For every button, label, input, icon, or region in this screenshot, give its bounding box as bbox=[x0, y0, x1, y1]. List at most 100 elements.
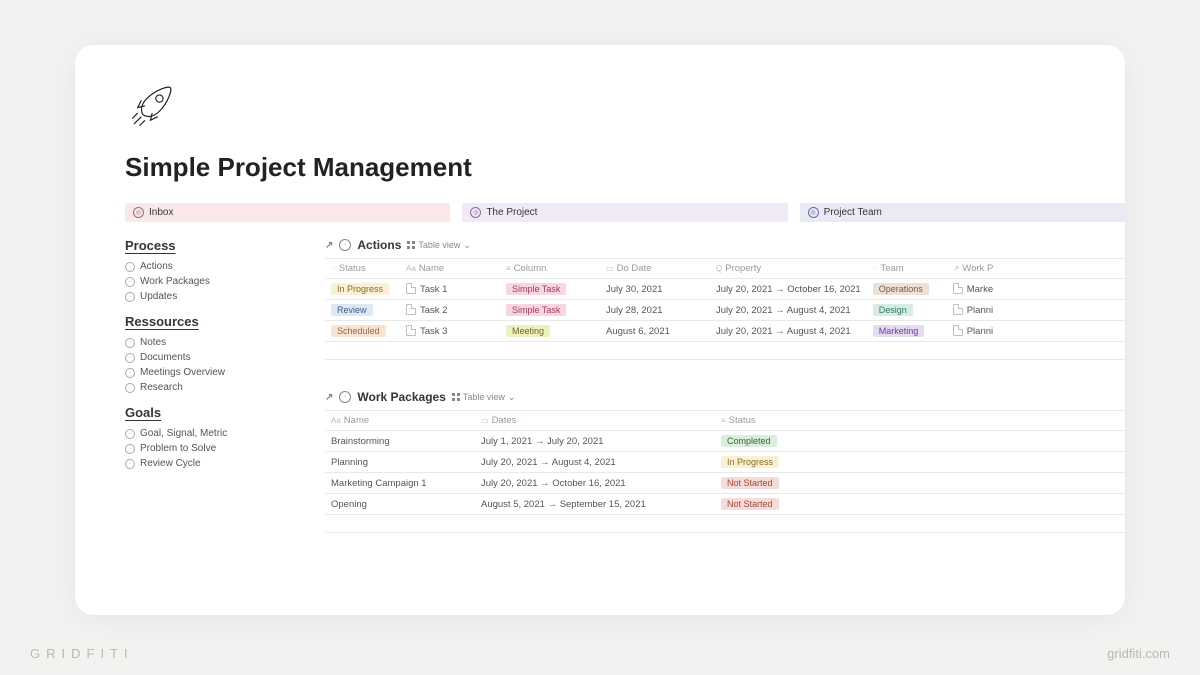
open-icon[interactable]: ↗ bbox=[325, 392, 333, 403]
col-team[interactable]: ◌Team bbox=[867, 259, 947, 279]
open-icon[interactable]: ↗ bbox=[325, 240, 333, 251]
col-label: Name bbox=[344, 415, 369, 426]
rollup-icon: Q bbox=[716, 264, 722, 273]
col-do-date[interactable]: ▭Do Date bbox=[600, 259, 710, 279]
ring-icon: ◦ bbox=[125, 262, 135, 272]
col-label: Status bbox=[729, 415, 756, 426]
db-title[interactable]: Work Packages bbox=[357, 390, 446, 404]
relation-icon: ↗ bbox=[953, 264, 960, 273]
cell-name: Task 2 bbox=[420, 305, 447, 316]
sidebar-item-updates[interactable]: ◦Updates bbox=[125, 289, 295, 304]
tab-project-team[interactable]: ◎ Project Team bbox=[800, 203, 1125, 222]
col-label: Column bbox=[514, 263, 547, 274]
col-column[interactable]: ≡Column bbox=[500, 259, 600, 279]
table-row[interactable]: OpeningAugust 5, 2021 → September 15, 20… bbox=[325, 494, 1125, 515]
cell-name: Task 1 bbox=[420, 284, 447, 295]
table-row[interactable]: ReviewTask 2Simple TaskJuly 28, 2021July… bbox=[325, 300, 1125, 321]
chevron-down-icon: ⌄ bbox=[508, 392, 516, 403]
cell-do-date: July 30, 2021 bbox=[600, 279, 710, 300]
cell-dates: July 20, 2021 → August 4, 2021 bbox=[475, 452, 715, 473]
workpackages-db-header: ↗ ◦ Work Packages Table view ⌄ bbox=[325, 390, 1125, 404]
cell-property: July 20, 2021 → August 4, 2021 bbox=[710, 300, 867, 321]
ring-icon: ◦ bbox=[339, 239, 351, 251]
col-status[interactable]: ≡Status bbox=[715, 411, 1125, 431]
select-icon: ≡ bbox=[506, 264, 511, 273]
sidebar-item-documents[interactable]: ◦Documents bbox=[125, 350, 295, 365]
sidebar-heading-ressources: Ressources bbox=[125, 314, 295, 329]
status-badge: Not Started bbox=[721, 498, 779, 510]
app-window: Simple Project Management ◎ Inbox ◎ The … bbox=[75, 45, 1125, 615]
ring-icon: ◦ bbox=[125, 429, 135, 439]
tab-inbox[interactable]: ◎ Inbox bbox=[125, 203, 450, 222]
target-icon: ◎ bbox=[808, 207, 819, 218]
view-switcher[interactable]: Table view ⌄ bbox=[407, 240, 471, 251]
cell-workpackage: Planni bbox=[967, 326, 993, 337]
team-badge: Marketing bbox=[873, 325, 925, 337]
table-header-row: ◌Status AaName ≡Column ▭Do Date QPropert… bbox=[325, 259, 1125, 279]
sidebar-item-label: Actions bbox=[140, 261, 173, 272]
sidebar-item-notes[interactable]: ◦Notes bbox=[125, 335, 295, 350]
col-name[interactable]: AaName bbox=[325, 411, 475, 431]
col-property[interactable]: QProperty bbox=[710, 259, 867, 279]
col-name[interactable]: AaName bbox=[400, 259, 500, 279]
workpackages-table: AaName ▭Dates ≡Status BrainstormingJuly … bbox=[325, 410, 1125, 533]
tab-label: The Project bbox=[486, 207, 537, 218]
cell-do-date: July 28, 2021 bbox=[600, 300, 710, 321]
table-icon bbox=[452, 393, 460, 401]
select-icon: ◌ bbox=[873, 264, 878, 273]
col-work-package[interactable]: ↗Work P bbox=[947, 259, 1125, 279]
cell-do-date: August 6, 2021 bbox=[600, 321, 710, 342]
sidebar-item-label: Goal, Signal, Metric bbox=[140, 428, 227, 439]
status-badge: Completed bbox=[721, 435, 777, 447]
table-header-row: AaName ▭Dates ≡Status bbox=[325, 411, 1125, 431]
sidebar-item-work-packages[interactable]: ◦Work Packages bbox=[125, 274, 295, 289]
page-icon bbox=[406, 325, 416, 336]
calendar-icon: ▭ bbox=[606, 264, 614, 273]
page-icon bbox=[953, 325, 963, 336]
sidebar-item-label: Work Packages bbox=[140, 276, 210, 287]
table-row[interactable]: BrainstormingJuly 1, 2021 → July 20, 202… bbox=[325, 431, 1125, 452]
col-label: Work P bbox=[962, 263, 993, 274]
team-badge: Design bbox=[873, 304, 913, 316]
target-icon: ◎ bbox=[133, 207, 144, 218]
sidebar-item-meetings-overview[interactable]: ◦Meetings Overview bbox=[125, 365, 295, 380]
sidebar-item-actions[interactable]: ◦ Actions bbox=[125, 259, 295, 274]
cell-property: July 20, 2021 → October 16, 2021 bbox=[710, 279, 867, 300]
table-row[interactable]: In ProgressTask 1Simple TaskJuly 30, 202… bbox=[325, 279, 1125, 300]
empty-row[interactable] bbox=[325, 342, 1125, 360]
team-badge: Operations bbox=[873, 283, 929, 295]
table-row[interactable]: ScheduledTask 3MeetingAugust 6, 2021July… bbox=[325, 321, 1125, 342]
db-title[interactable]: Actions bbox=[357, 238, 401, 252]
sidebar-item-label: Review Cycle bbox=[140, 458, 201, 469]
ring-icon: ◦ bbox=[125, 292, 135, 302]
cell-name: Marketing Campaign 1 bbox=[325, 473, 475, 494]
sidebar-item-label: Notes bbox=[140, 337, 166, 348]
status-badge: Review bbox=[331, 304, 373, 316]
target-icon: ◎ bbox=[470, 207, 481, 218]
cell-workpackage: Marke bbox=[967, 284, 993, 295]
sidebar-item-review-cycle[interactable]: ◦Review Cycle bbox=[125, 456, 295, 471]
rocket-icon bbox=[125, 75, 1125, 138]
table-icon bbox=[407, 241, 415, 249]
sidebar-item-research[interactable]: ◦Research bbox=[125, 380, 295, 395]
col-status[interactable]: ◌Status bbox=[325, 259, 400, 279]
col-dates[interactable]: ▭Dates bbox=[475, 411, 715, 431]
ring-icon: ◦ bbox=[125, 353, 135, 363]
table-row[interactable]: PlanningJuly 20, 2021 → August 4, 2021In… bbox=[325, 452, 1125, 473]
main-content: ↗ ◦ Actions Table view ⌄ ◌Status AaName … bbox=[325, 238, 1125, 533]
cell-name: Opening bbox=[325, 494, 475, 515]
status-badge: In Progress bbox=[721, 456, 779, 468]
cell-dates: July 20, 2021 → October 16, 2021 bbox=[475, 473, 715, 494]
empty-row[interactable] bbox=[325, 515, 1125, 533]
page-icon bbox=[406, 283, 416, 294]
col-label: Status bbox=[339, 263, 366, 274]
status-badge: Not Started bbox=[721, 477, 779, 489]
sidebar-item-problem-to-solve[interactable]: ◦Problem to Solve bbox=[125, 441, 295, 456]
ring-icon: ◦ bbox=[125, 368, 135, 378]
table-row[interactable]: Marketing Campaign 1July 20, 2021 → Octo… bbox=[325, 473, 1125, 494]
tab-the-project[interactable]: ◎ The Project bbox=[462, 203, 787, 222]
sidebar-item-goal-signal-metric[interactable]: ◦ Goal, Signal, Metric bbox=[125, 426, 295, 441]
watermark-url: gridfiti.com bbox=[1107, 646, 1170, 661]
status-badge: In Progress bbox=[331, 283, 389, 295]
view-switcher[interactable]: Table view ⌄ bbox=[452, 392, 516, 403]
